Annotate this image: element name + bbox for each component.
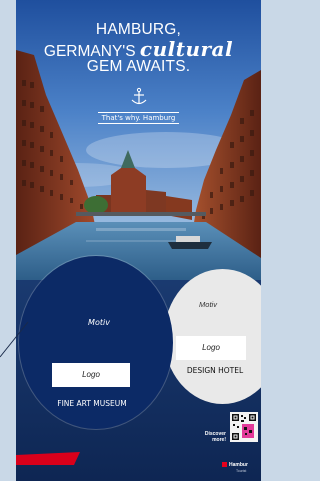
fine-art-museum-logo: Logo [52,363,130,387]
qr-code-icon[interactable] [230,412,258,442]
anchor-icon [131,87,146,105]
design-hotel-logo: Logo [176,336,246,360]
poster: HAMBURG, GERMANY'S cultural GEM AWAITS. … [16,0,261,481]
design-hotel-name: DESIGN HOTEL [186,366,244,375]
brand-tagline-block: That's why. Hamburg [16,87,261,125]
hamburg-logo-mark: Hambur [222,462,248,468]
headline-line-2: GERMANY'S cultural [16,39,261,60]
headline-script-word: cultural [139,36,234,61]
red-accent-stripe [16,452,80,465]
fine-art-museum-name: FINE ART MUSEUM [57,399,127,408]
headline-line-2-prefix: GERMANY'S [43,42,136,60]
headline-line-1: HAMBURG, [95,21,182,38]
discover-more-label: Discover more! [204,431,226,443]
fine-art-museum-motiv: Motiv [88,318,110,327]
brand-name: Hambur [229,462,248,468]
callout-pointer-line [0,321,29,358]
design-hotel-motiv: Motiv [199,300,217,309]
headline-line-3: GEM AWAITS. [86,58,191,75]
tagline: That's why. Hamburg [97,112,180,124]
brand-subline: Tourist [236,469,247,473]
headline: HAMBURG, GERMANY'S cultural GEM AWAITS. [16,22,261,75]
